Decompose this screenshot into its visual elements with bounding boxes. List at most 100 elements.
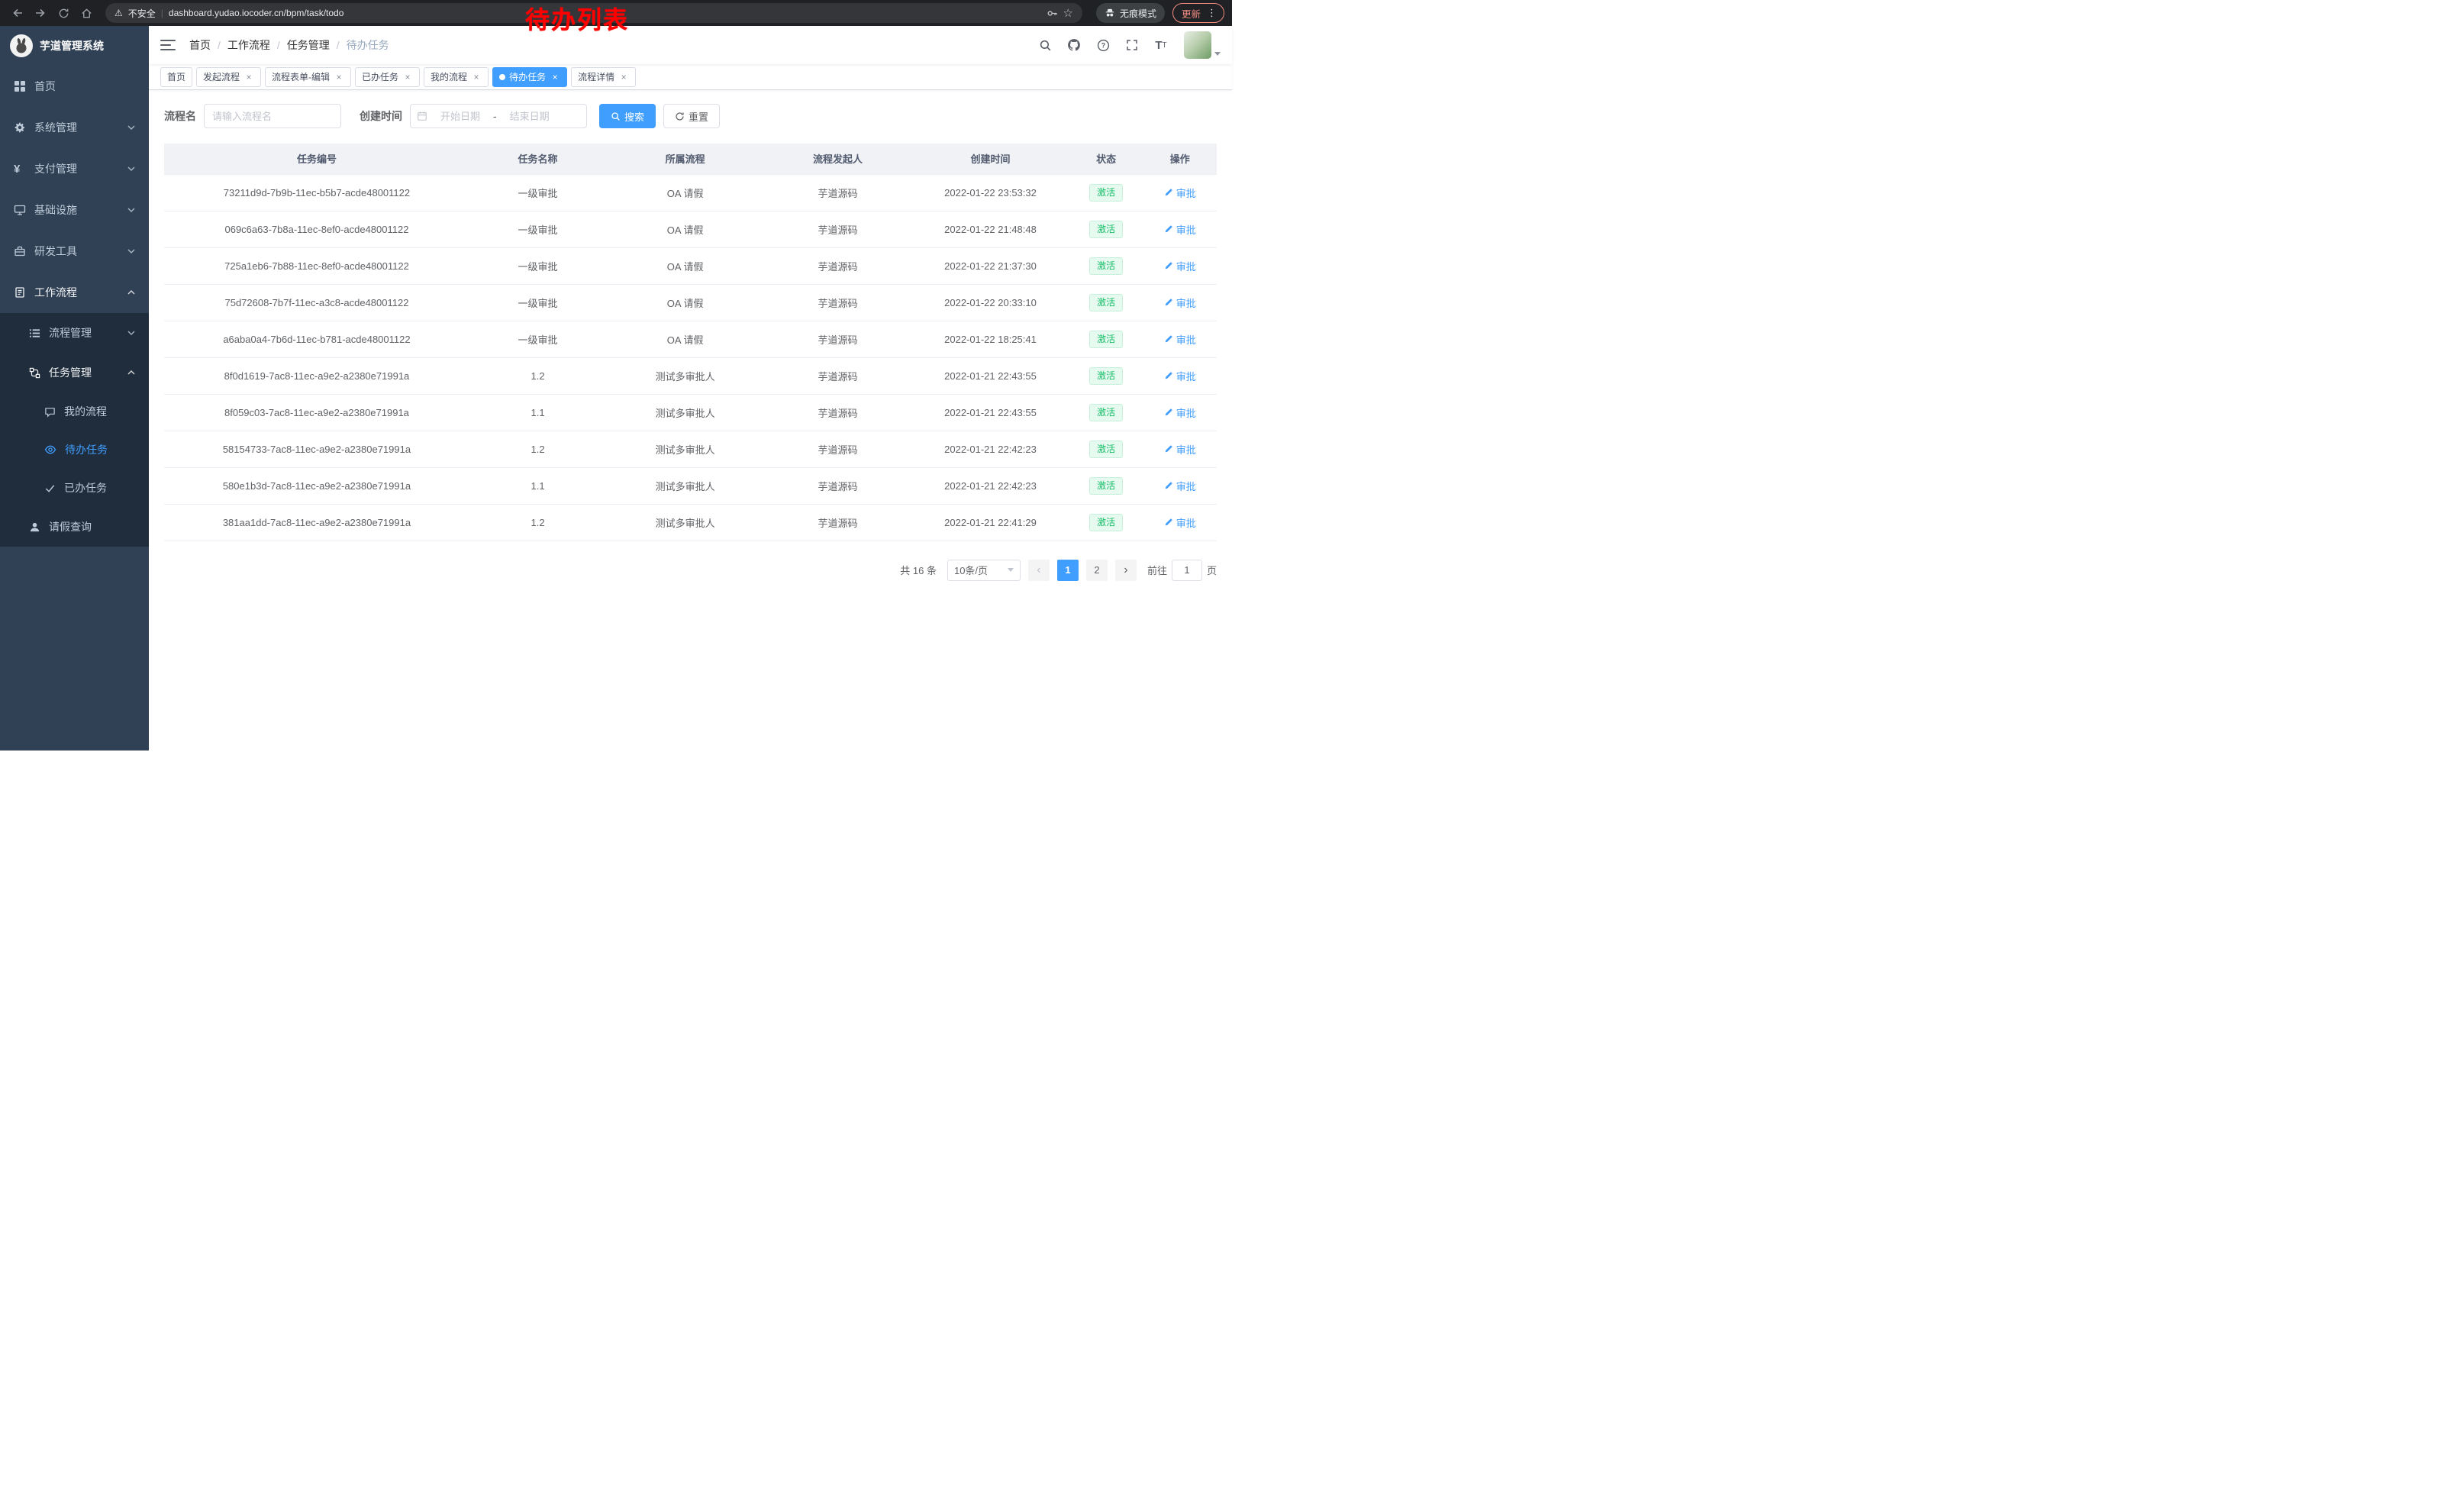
approve-label: 审批	[1176, 186, 1196, 200]
process-name-input[interactable]	[204, 104, 341, 128]
close-icon[interactable]: ×	[334, 72, 344, 82]
sidebar-item-workflow[interactable]: 工作流程	[0, 272, 149, 313]
browser-home-icon[interactable]	[76, 3, 96, 23]
sidebar-item-todo-tasks[interactable]: 待办任务	[0, 431, 149, 469]
tab-done-tasks[interactable]: 已办任务 ×	[355, 67, 420, 87]
close-icon[interactable]: ×	[618, 72, 629, 82]
approve-link[interactable]: 审批	[1164, 222, 1196, 237]
end-date-input[interactable]	[500, 111, 560, 122]
app-logo[interactable]: 芋道管理系统	[0, 26, 149, 66]
close-icon[interactable]: ×	[550, 72, 560, 82]
create-time-cell: 2022-01-22 21:48:48	[911, 211, 1069, 247]
browser-back-icon[interactable]	[8, 3, 27, 23]
dashboard-icon	[14, 80, 26, 92]
approve-link[interactable]: 审批	[1164, 369, 1196, 383]
sidebar-item-leave-query[interactable]: 请假查询	[0, 507, 149, 547]
password-key-icon[interactable]	[1047, 8, 1058, 19]
sidebar-collapse-icon[interactable]	[160, 39, 182, 51]
tab-label: 已办任务	[362, 70, 398, 83]
approve-link[interactable]: 审批	[1164, 442, 1196, 457]
tab-home[interactable]: 首页	[160, 67, 192, 87]
close-icon[interactable]: ×	[243, 72, 254, 82]
task-table: 任务编号 任务名称 所属流程 流程发起人 创建时间 状态 操作 73211d9d…	[164, 144, 1217, 541]
tab-start-process[interactable]: 发起流程 ×	[196, 67, 261, 87]
search-button[interactable]: 搜索	[599, 104, 656, 128]
approve-link[interactable]: 审批	[1164, 295, 1196, 310]
search-icon[interactable]	[1033, 31, 1057, 59]
address-bar[interactable]: ⚠ 不安全 | dashboard.yudao.iocoder.cn/bpm/t…	[105, 3, 1082, 23]
bookmark-star-icon[interactable]: ☆	[1063, 6, 1073, 20]
reset-button[interactable]: 重置	[663, 104, 720, 128]
tab-process-detail[interactable]: 流程详情 ×	[571, 67, 636, 87]
sidebar-item-infrastructure[interactable]: 基础设施	[0, 189, 149, 231]
column-header: 状态	[1069, 144, 1143, 174]
create-time-label: 创建时间	[360, 108, 402, 124]
browser-menu-dots-icon[interactable]: ⋮	[1207, 7, 1217, 19]
action-cell: 审批	[1143, 467, 1217, 504]
action-cell: 审批	[1143, 394, 1217, 431]
page-button-2[interactable]: 2	[1086, 560, 1108, 581]
approve-link[interactable]: 审批	[1164, 515, 1196, 530]
browser-chrome: ⚠ 不安全 | dashboard.yudao.iocoder.cn/bpm/t…	[0, 0, 1232, 26]
goto-page-input[interactable]	[1172, 560, 1202, 581]
menu-label: 我的流程	[64, 404, 107, 419]
user-menu[interactable]	[1184, 31, 1221, 59]
approve-link[interactable]: 审批	[1164, 332, 1196, 347]
action-cell: 审批	[1143, 431, 1217, 467]
task-id-cell: 73211d9d-7b9b-11ec-b5b7-acde48001122	[164, 174, 469, 211]
table-row: 381aa1dd-7ac8-11ec-a9e2-a2380e71991a 1.2…	[164, 504, 1217, 541]
approve-link[interactable]: 审批	[1164, 186, 1196, 200]
breadcrumb-home[interactable]: 首页	[189, 37, 211, 53]
yen-icon: ¥	[14, 163, 26, 176]
start-date-input[interactable]	[431, 111, 490, 122]
tab-form-edit[interactable]: 流程表单-编辑 ×	[265, 67, 351, 87]
sidebar-item-my-process[interactable]: 我的流程	[0, 392, 149, 431]
status-badge: 激活	[1089, 221, 1123, 238]
page-button-1[interactable]: 1	[1057, 560, 1079, 581]
next-page-button[interactable]: ›	[1115, 560, 1137, 581]
approve-link[interactable]: 审批	[1164, 405, 1196, 420]
action-cell: 审批	[1143, 211, 1217, 247]
status-cell: 激活	[1069, 431, 1143, 467]
column-header: 操作	[1143, 144, 1217, 174]
sidebar: 芋道管理系统 首页 系统管理 ¥ 支付管理	[0, 26, 149, 750]
table-header-row: 任务编号 任务名称 所属流程 流程发起人 创建时间 状态 操作	[164, 144, 1217, 174]
close-icon[interactable]: ×	[471, 72, 482, 82]
github-icon[interactable]	[1062, 31, 1086, 59]
update-button[interactable]: 更新 ⋮	[1172, 3, 1224, 23]
browser-reload-icon[interactable]	[53, 3, 73, 23]
font-size-icon[interactable]: TT	[1149, 31, 1173, 59]
action-cell: 审批	[1143, 284, 1217, 321]
caret-down-icon	[1214, 52, 1221, 56]
fullscreen-icon[interactable]	[1120, 31, 1144, 59]
date-range-picker[interactable]: -	[410, 104, 587, 128]
sidebar-item-devtools[interactable]: 研发工具	[0, 231, 149, 272]
browser-forward-icon[interactable]	[31, 3, 50, 23]
sidebar-item-process-management[interactable]: 流程管理	[0, 313, 149, 353]
sidebar-item-home[interactable]: 首页	[0, 66, 149, 107]
breadcrumb-task-management[interactable]: 任务管理	[287, 37, 330, 53]
create-time-cell: 2022-01-22 21:37:30	[911, 247, 1069, 284]
approve-label: 审批	[1176, 442, 1196, 457]
status-badge: 激活	[1089, 514, 1123, 531]
omnibox-divider: |	[161, 8, 163, 18]
status-cell: 激活	[1069, 467, 1143, 504]
page-size-select[interactable]: 10条/页	[947, 560, 1021, 581]
edit-pencil-icon	[1164, 188, 1173, 197]
approve-link[interactable]: 审批	[1164, 479, 1196, 493]
chevron-up-icon	[127, 290, 135, 295]
tab-label: 发起流程	[203, 70, 240, 83]
breadcrumb-workflow[interactable]: 工作流程	[227, 37, 270, 53]
approve-link[interactable]: 审批	[1164, 259, 1196, 273]
avatar[interactable]	[1184, 31, 1211, 59]
sidebar-item-task-management[interactable]: 任务管理	[0, 353, 149, 392]
tab-my-process[interactable]: 我的流程 ×	[424, 67, 489, 87]
sidebar-item-system[interactable]: 系统管理	[0, 107, 149, 148]
sidebar-item-payment[interactable]: ¥ 支付管理	[0, 148, 149, 189]
prev-page-button[interactable]: ‹	[1028, 560, 1050, 581]
help-icon[interactable]: ?	[1091, 31, 1115, 59]
tab-todo-tasks[interactable]: 待办任务 ×	[492, 67, 567, 87]
close-icon[interactable]: ×	[402, 72, 413, 82]
status-badge: 激活	[1089, 257, 1123, 275]
sidebar-item-done-tasks[interactable]: 已办任务	[0, 469, 149, 507]
